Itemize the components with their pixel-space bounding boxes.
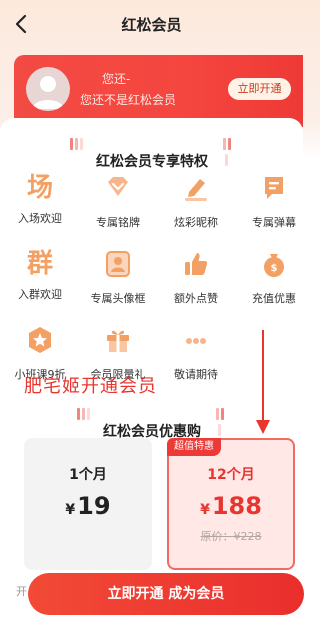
perk-recharge-discount[interactable]: $ 充值优惠 <box>236 248 312 306</box>
plan-card-12-months[interactable]: 12个月 ¥188 原价：¥228 <box>167 438 295 570</box>
title-decoration-right <box>219 138 233 166</box>
perk-avatar-frame[interactable]: 专属头像框 <box>80 248 156 306</box>
perk-label: 专属弹幕 <box>252 216 296 229</box>
perks-section-header: 红松会员专享特权 <box>0 138 303 171</box>
plan-name: 1个月 <box>69 467 107 483</box>
perk-group-welcome[interactable]: 群 入群欢迎 <box>2 248 78 302</box>
pencil-icon <box>185 179 207 201</box>
card-greeting: 您还- <box>102 72 131 86</box>
plan-price: ¥188 <box>200 492 262 520</box>
enter-glyph-icon: 场 <box>26 173 53 203</box>
perk-label: 敬请期待 <box>174 368 218 381</box>
avatar-frame-icon <box>106 251 130 277</box>
perk-colorful-nickname[interactable]: 炫彩昵称 <box>158 172 234 230</box>
card-status-text: 您还不是红松会员 <box>80 93 177 107</box>
plan-name: 12个月 <box>207 467 255 483</box>
plan-original-price: 原价：¥228 <box>200 530 262 543</box>
perk-label: 充值优惠 <box>252 292 296 305</box>
perk-label: 专属铭牌 <box>96 216 140 229</box>
perk-extra-likes[interactable]: 额外点赞 <box>158 248 234 306</box>
star-badge-icon <box>29 327 51 353</box>
cta-left-hint: 开 <box>16 585 27 598</box>
perk-coming-soon: 敬请期待 <box>158 324 234 382</box>
perk-exclusive-badge[interactable]: 专属铭牌 <box>80 172 156 230</box>
perk-label: 炫彩昵称 <box>174 216 218 229</box>
member-card: 您还- 您还不是红松会员 立即开通 <box>14 55 303 127</box>
coin-bag-icon: $ <box>264 254 284 277</box>
perk-label: 入群欢迎 <box>18 288 62 301</box>
plan-price: ¥19 <box>65 492 111 520</box>
title-decoration-left <box>70 138 85 170</box>
perk-label: 额外点赞 <box>174 292 218 305</box>
join-membership-button[interactable]: 立即开通 成为会员 <box>28 573 304 615</box>
group-glyph-icon: 群 <box>26 249 53 279</box>
perk-exclusive-danmaku[interactable]: 专属弹幕 <box>236 172 312 230</box>
title-decoration-right <box>212 408 226 436</box>
open-membership-button[interactable]: 立即开通 <box>228 78 291 100</box>
perk-enter-welcome[interactable]: 场 入场欢迎 <box>2 172 78 226</box>
plan-card-1-month[interactable]: 1个月 ¥19 <box>24 438 152 570</box>
avatar[interactable] <box>26 67 70 111</box>
thumbs-up-icon <box>185 253 208 275</box>
perks-title: 红松会员专享特权 <box>96 154 208 170</box>
page-title: 红松会员 <box>121 16 182 34</box>
plans-section-header: 红松会员优惠购 <box>0 408 303 441</box>
value-deal-badge: 超值特惠 <box>167 438 221 456</box>
perk-label: 专属头像框 <box>90 292 146 305</box>
gift-icon <box>107 330 129 352</box>
svg-text:$: $ <box>271 263 278 274</box>
message-icon <box>265 177 283 199</box>
perk-label: 入场欢迎 <box>18 212 62 225</box>
user-silhouette-icon <box>32 76 64 109</box>
diamond-badge-icon <box>108 177 128 196</box>
more-dots-icon <box>186 338 206 344</box>
overlay-annotation: 肥宅姬开通会员 <box>24 376 157 397</box>
